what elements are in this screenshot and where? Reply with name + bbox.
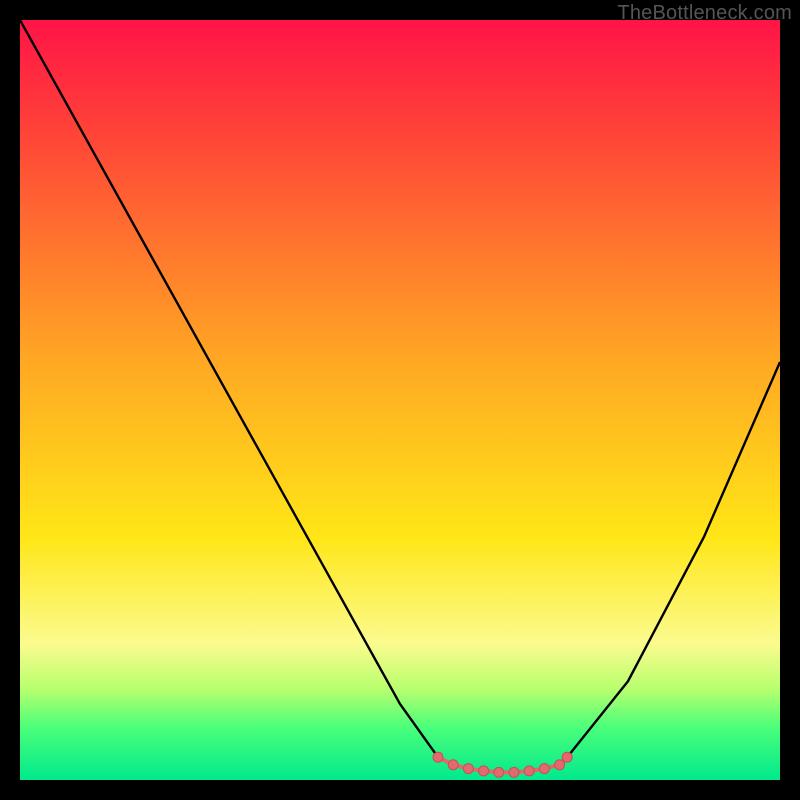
curve-right-arm	[567, 362, 780, 757]
valley-dot	[524, 766, 534, 776]
valley-dot	[562, 752, 572, 762]
curve-layer	[20, 20, 780, 780]
valley-dot	[448, 760, 458, 770]
valley-dots-group	[433, 752, 572, 777]
plot-area	[20, 20, 780, 780]
curve-left-arm	[20, 20, 438, 757]
watermark-text: TheBottleneck.com	[617, 2, 792, 25]
valley-dot	[479, 766, 489, 776]
valley-dot	[539, 764, 549, 774]
valley-dot	[509, 767, 519, 777]
chart-stage: TheBottleneck.com	[0, 0, 800, 800]
valley-dot	[463, 764, 473, 774]
valley-dot	[433, 752, 443, 762]
valley-dot	[494, 767, 504, 777]
valley-dot	[555, 760, 565, 770]
